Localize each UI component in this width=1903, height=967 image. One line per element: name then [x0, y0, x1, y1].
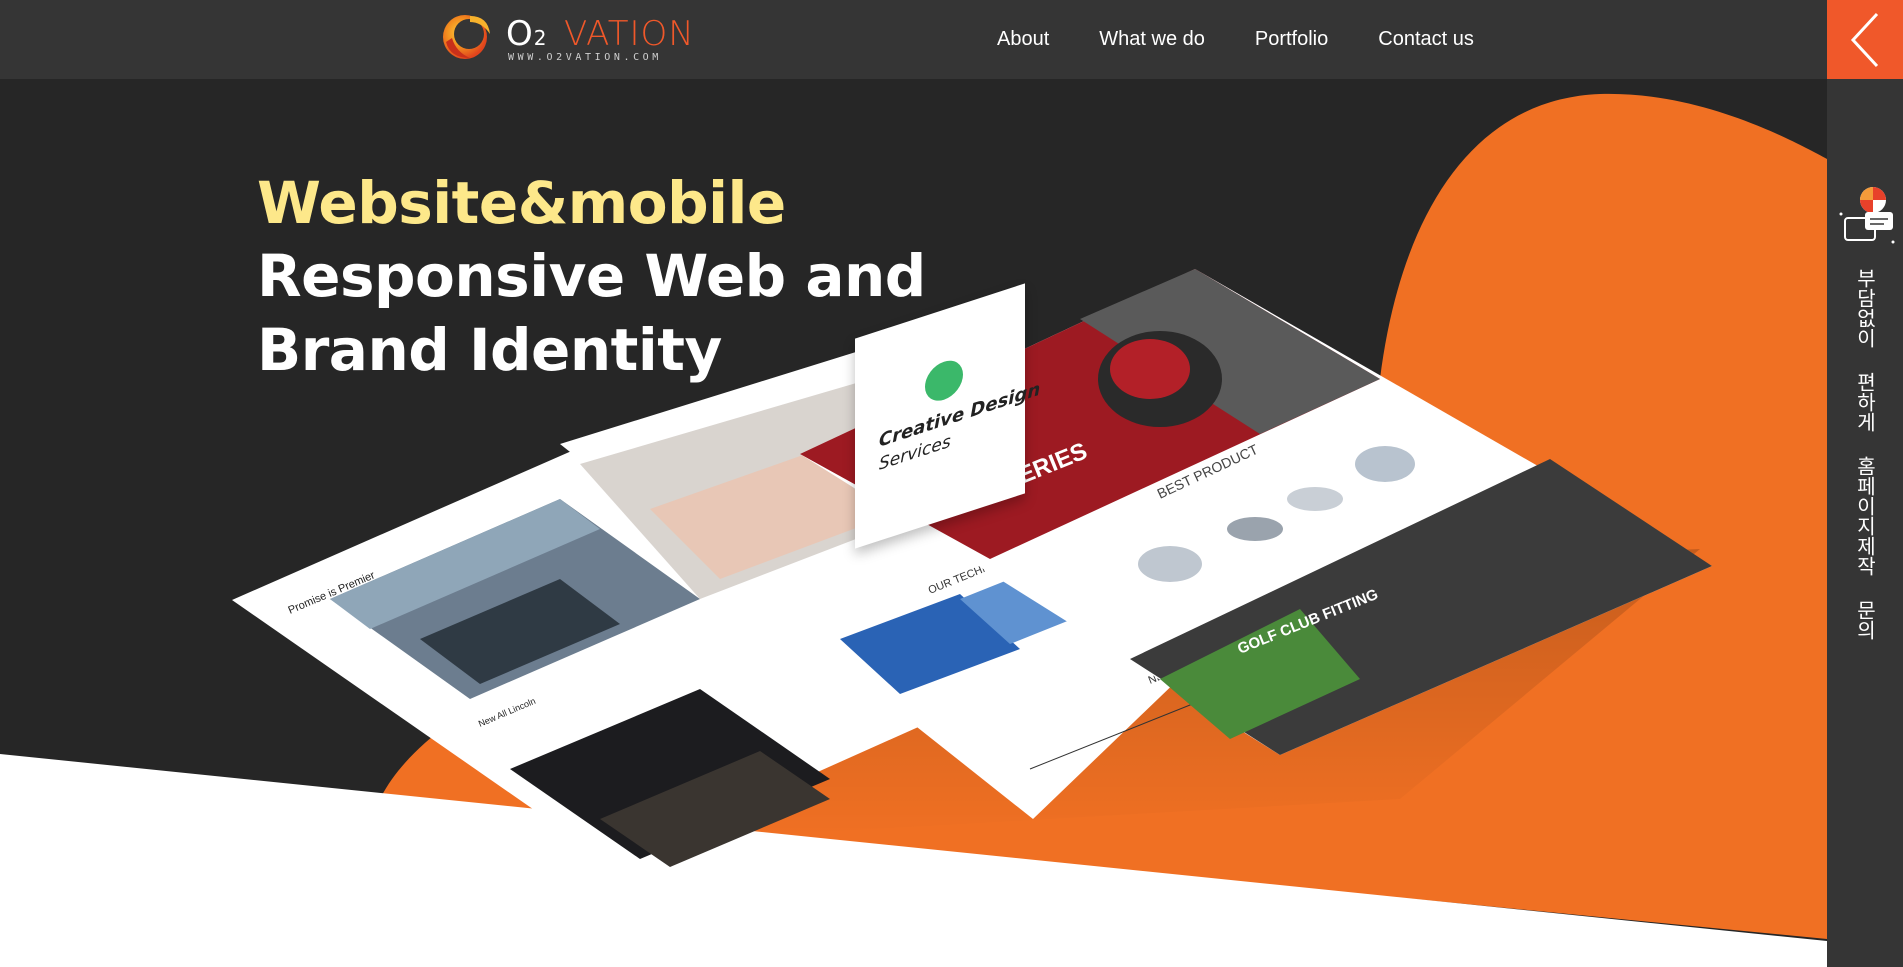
nav-about[interactable]: About — [997, 28, 1049, 51]
nav-what-we-do[interactable]: What we do — [1099, 28, 1205, 51]
o2vation-logo[interactable]: O2 VATION WWW.O2VATION.COM — [440, 10, 694, 66]
inquiry-side-panel: 부담없이 편하게 홈페이지제작 문의 — [1827, 0, 1903, 967]
logo-url: WWW.O2VATION.COM — [508, 52, 662, 63]
logo-wordmark-vation: VATION — [564, 14, 695, 54]
hero-section: Promise is Premier New All Lincoln OUR T… — [0, 79, 1827, 967]
monitor-badge-icon — [925, 355, 963, 406]
logo-swirl-icon — [443, 15, 490, 59]
headline-line-3: Brand Identity — [257, 316, 722, 384]
inquiry-text[interactable]: 부담없이 편하게 홈페이지제작 문의 — [1827, 268, 1903, 668]
hero-headline: Website&mobile Responsive Web and Brand … — [257, 167, 926, 387]
headline-line-1: Website&mobile — [257, 169, 786, 237]
card-title: Creative Design — [879, 378, 1041, 452]
main-nav: About What we do Portfolio Contact us — [997, 0, 1524, 79]
site-header: O2 VATION WWW.O2VATION.COM About What we… — [0, 0, 1827, 79]
nav-contact-us[interactable]: Contact us — [1378, 28, 1474, 51]
chevron-left-icon — [1850, 12, 1879, 67]
nav-portfolio[interactable]: Portfolio — [1255, 28, 1328, 51]
headline-line-2: Responsive Web and — [257, 242, 926, 310]
chat-lollipop-icon — [1839, 187, 1895, 244]
panel-toggle-button[interactable] — [1827, 0, 1903, 79]
